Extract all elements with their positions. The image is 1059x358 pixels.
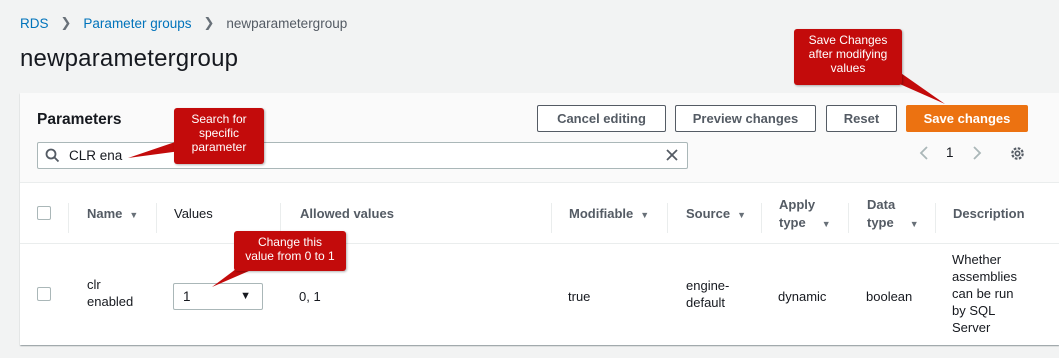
cell-description-line1: Whether [952,252,1002,267]
save-callout-line1: Save Changes [808,33,888,47]
column-header-source[interactable]: Source ▼ [686,205,746,224]
cell-apply-type: dynamic [778,289,827,304]
page-title: newparametergroup [20,45,239,72]
value-select[interactable]: 1 ▼ [173,283,263,310]
cancel-editing-button[interactable]: Cancel editing [537,105,666,132]
chevron-right-icon[interactable] [972,146,982,160]
sort-icon: ▼ [909,219,919,229]
column-header-data-type[interactable]: Data type ▼ [867,196,919,233]
column-header-name-label: Name [87,206,123,221]
breadcrumb-parameter-groups-link[interactable]: Parameter groups [83,16,191,31]
breadcrumb-rds-link[interactable]: RDS [20,16,49,31]
column-divider [667,203,668,233]
column-divider [280,203,281,233]
reset-button[interactable]: Reset [826,105,897,132]
panel-title: Parameters [37,111,122,128]
search-callout-line3: parameter [191,140,247,154]
chevron-right-icon: ❯ [60,15,72,30]
column-header-data-type-line1: Data [867,197,896,212]
cell-description: Whether assemblies can be run by SQL Ser… [952,251,1017,336]
cell-data-type: boolean [866,289,913,304]
column-header-values: Values [174,206,213,221]
breadcrumb-current: newparametergroup [226,15,348,31]
column-divider [848,203,849,233]
row-checkbox[interactable] [37,287,51,301]
search-callout-line1: Search for [191,112,247,126]
value-select-value: 1 [183,289,191,304]
close-icon[interactable] [665,148,679,162]
preview-changes-button[interactable]: Preview changes [675,105,816,132]
select-all-checkbox[interactable] [37,206,51,220]
column-header-apply-type-line1: Apply [779,197,816,212]
search-value: CLR ena [69,148,123,163]
cell-description-line2: assemblies [952,269,1018,284]
cell-name: clr enabled [87,276,133,310]
column-divider [935,203,936,233]
change-callout-line1: Change this [257,235,323,249]
save-callout-line2: after modifying [808,47,888,61]
save-callout-line3: values [830,61,866,75]
column-header-apply-type[interactable]: Apply type ▼ [779,196,831,233]
sort-icon: ▼ [640,210,650,220]
save-callout: Save Changes after modifying values [794,29,902,85]
sort-icon: ▼ [129,210,139,220]
search-callout-line2: specific [198,126,239,140]
column-header-data-type-line2: type [867,215,894,230]
cell-source-line1: engine- [686,278,730,293]
column-divider [68,203,69,233]
sort-icon: ▼ [821,219,831,229]
page-number[interactable]: 1 [946,145,954,160]
cell-modifiable: true [568,289,591,304]
cell-allowed-values: 0, 1 [299,289,321,304]
cell-name-line2: enabled [87,294,134,309]
chevron-left-icon[interactable] [919,146,929,160]
cell-description-line5: Server [952,320,991,335]
cell-name-line1: clr [87,277,101,292]
cell-source: engine- default [686,277,729,311]
chevron-right-icon: ❯ [203,15,215,30]
save-changes-button[interactable]: Save changes [906,105,1028,132]
search-callout: Search for specific parameter [174,108,264,164]
column-header-apply-type-line2: type [779,215,806,230]
column-divider [551,203,552,233]
column-header-allowed-values: Allowed values [300,206,394,221]
breadcrumb: RDS ❯ Parameter groups ❯ newparametergro… [20,15,347,31]
cell-description-line3: can be run [952,286,1014,301]
column-header-description: Description [953,206,1025,221]
column-divider [156,203,157,233]
search-icon [45,148,60,163]
change-value-callout: Change this value from 0 to 1 [234,231,346,271]
column-header-name[interactable]: Name ▼ [87,205,138,224]
gear-icon[interactable] [1009,145,1026,162]
column-divider [761,203,762,233]
column-header-modifiable[interactable]: Modifiable ▼ [569,205,649,224]
sort-icon: ▼ [737,210,746,220]
cell-description-line4: by SQL [952,303,996,318]
search-input[interactable]: CLR ena [37,142,688,169]
change-callout-line2: value from 0 to 1 [245,249,335,263]
cell-source-line2: default [686,295,726,310]
column-header-source-label: Source [686,206,731,221]
caret-down-icon: ▼ [240,290,251,302]
column-header-modifiable-label: Modifiable [569,206,634,221]
